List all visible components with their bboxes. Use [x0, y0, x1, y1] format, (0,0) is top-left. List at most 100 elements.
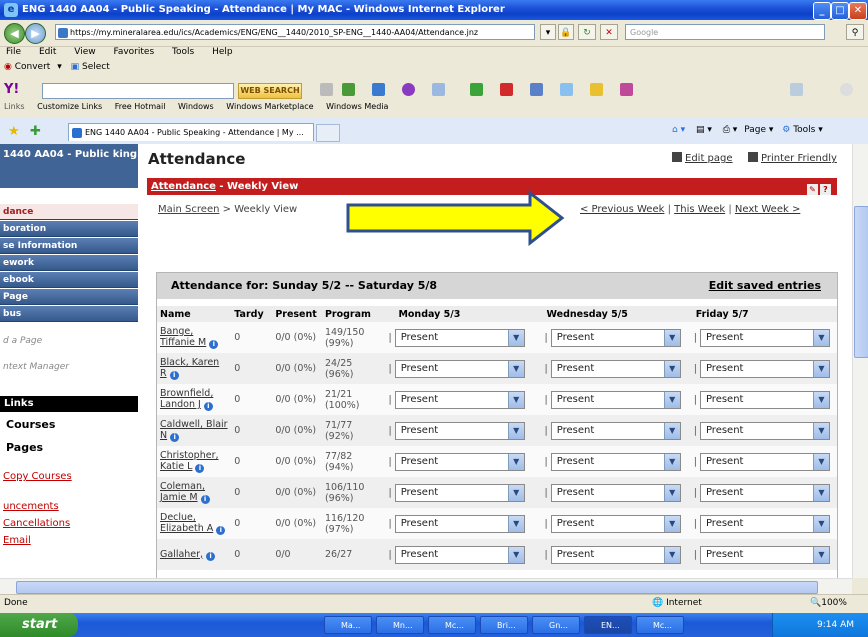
wednesday-status-select[interactable]: Present ▼ — [550, 421, 681, 440]
student-name-link[interactable]: Coleman, Jamie M — [160, 481, 205, 503]
toolbar-icon-1[interactable] — [320, 83, 333, 96]
link-windows[interactable]: Windows — [178, 102, 214, 111]
tools-gear-icon[interactable]: ⚙ — [782, 125, 790, 135]
favorites-star-icon[interactable]: ★ — [8, 124, 20, 139]
forward-button[interactable]: ▶ — [25, 23, 46, 44]
chevron-down-icon[interactable]: ▼ — [663, 453, 680, 470]
sidebar-copy-courses[interactable]: Copy Courses — [3, 471, 72, 482]
help-icon[interactable]: ? — [820, 184, 831, 195]
address-dropdown-button[interactable]: ▾ — [540, 24, 556, 40]
menu-file[interactable]: File — [6, 47, 21, 57]
chevron-down-icon[interactable]: ▼ — [812, 546, 829, 563]
music-icon[interactable] — [590, 83, 603, 96]
monday-status-select[interactable]: Present ▼ — [394, 545, 525, 564]
taskbar-task-2[interactable]: Mn... — [376, 616, 424, 634]
minimize-button[interactable]: _ — [813, 2, 831, 20]
stop-icon[interactable]: ✕ — [600, 24, 618, 40]
student-name-link[interactable]: Declue, Elizabeth A — [160, 512, 213, 534]
chevron-down-icon[interactable]: ▼ — [507, 329, 524, 346]
wednesday-status-select[interactable]: Present ▼ — [550, 359, 681, 378]
friday-status-select[interactable]: Present ▼ — [699, 328, 830, 347]
chevron-down-icon[interactable]: ▼ — [663, 546, 680, 563]
toolbar-icon-end[interactable] — [790, 83, 803, 96]
chevron-down-icon[interactable]: ▼ — [812, 391, 829, 408]
sidebar-item-gradebook[interactable]: ebook — [0, 272, 138, 288]
chevron-down-icon[interactable]: ▼ — [663, 422, 680, 439]
breadcrumb-main-screen[interactable]: Main Screen — [158, 204, 219, 215]
info-icon[interactable]: i — [195, 464, 205, 473]
sidebar-item-coursework[interactable]: ework — [0, 255, 138, 271]
chevron-down-icon[interactable]: ▼ — [663, 329, 680, 346]
taskbar-task-5[interactable]: Gn... — [532, 616, 580, 634]
sidebar-courses[interactable]: Courses — [6, 418, 55, 431]
chevron-down-icon[interactable]: ▼ — [507, 546, 524, 563]
next-week-link[interactable]: Next Week > — [735, 204, 800, 215]
search-icon[interactable]: ⚲ — [846, 24, 864, 40]
close-button[interactable]: ✕ — [849, 2, 867, 20]
chevron-down-icon[interactable]: ▼ — [812, 484, 829, 501]
tab-attendance[interactable]: ENG 1440 AA04 - Public Speaking - Attend… — [68, 123, 314, 141]
sidebar-item-main-page[interactable]: Page — [0, 289, 138, 305]
taskbar-task-4[interactable]: Bri... — [480, 616, 528, 634]
convert-button[interactable]: Convert — [15, 62, 51, 72]
sidebar-item-syllabus[interactable]: bus — [0, 306, 138, 322]
menu-edit[interactable]: Edit — [39, 47, 56, 57]
sidebar-cancellations[interactable]: Cancellations — [3, 518, 70, 529]
news-icon[interactable] — [500, 83, 513, 96]
horizontal-scroll-thumb[interactable] — [16, 581, 818, 594]
chevron-down-icon[interactable]: ▼ — [663, 360, 680, 377]
chevron-down-icon[interactable]: ▼ — [507, 422, 524, 439]
taskbar-task-7[interactable]: Mc... — [636, 616, 684, 634]
chevron-down-icon[interactable]: ▼ — [812, 329, 829, 346]
sidebar-item-collaboration[interactable]: boration — [0, 221, 138, 237]
link-hotmail[interactable]: Free Hotmail — [115, 102, 166, 111]
menu-tools[interactable]: Tools — [172, 47, 194, 57]
link-customize[interactable]: Customize Links — [37, 102, 102, 111]
monday-status-select[interactable]: Present ▼ — [394, 390, 525, 409]
chevron-down-icon[interactable]: ▼ — [663, 515, 680, 532]
monday-status-select[interactable]: Present ▼ — [394, 359, 525, 378]
chevron-down-icon[interactable]: ▼ — [812, 422, 829, 439]
friday-status-select[interactable]: Present ▼ — [699, 390, 830, 409]
sidebar-pages[interactable]: Pages — [6, 441, 43, 454]
finance-icon[interactable] — [530, 83, 543, 96]
friday-status-select[interactable]: Present ▼ — [699, 514, 830, 533]
info-icon[interactable]: i — [216, 526, 226, 535]
games-icon[interactable] — [470, 83, 483, 96]
chevron-down-icon[interactable]: ▼ — [507, 515, 524, 532]
settings-icon-small[interactable]: ✎ — [807, 184, 818, 195]
monday-status-select[interactable]: Present ▼ — [394, 452, 525, 471]
taskbar-task-1[interactable]: Ma... — [324, 616, 372, 634]
student-name-link[interactable]: Black, Karen R — [160, 357, 219, 379]
edit-page-link[interactable]: Edit page — [672, 152, 733, 164]
chevron-down-icon[interactable]: ▼ — [507, 391, 524, 408]
vertical-scroll-thumb[interactable] — [854, 206, 868, 358]
taskbar-task-3[interactable]: Mc... — [428, 616, 476, 634]
printer-friendly-link[interactable]: Printer Friendly — [748, 152, 837, 164]
friday-status-select[interactable]: Present ▼ — [699, 545, 830, 564]
chevron-down-icon[interactable]: ▼ — [812, 453, 829, 470]
chevron-down-icon[interactable]: ▼ — [812, 515, 829, 532]
taskbar-task-6[interactable]: EN... — [584, 616, 632, 634]
student-name-link[interactable]: Christopher, Katie L — [160, 450, 219, 472]
settings-icon[interactable] — [840, 83, 853, 96]
toolbar-search-input[interactable] — [42, 83, 234, 99]
chevron-down-icon[interactable]: ▼ — [507, 360, 524, 377]
back-button[interactable]: ◀ — [4, 23, 25, 44]
link-media[interactable]: Windows Media — [326, 102, 388, 111]
this-week-link[interactable]: This Week — [674, 204, 725, 215]
tools-menu[interactable]: Tools — [793, 125, 815, 135]
web-search-button[interactable]: WEB SEARCH — [238, 83, 302, 99]
mail-icon[interactable] — [372, 83, 385, 96]
attendance-link[interactable]: Attendance — [151, 181, 216, 192]
search-input[interactable]: Google — [625, 24, 825, 40]
info-icon[interactable]: i — [206, 551, 216, 561]
info-icon[interactable]: i — [169, 371, 179, 380]
chevron-down-icon[interactable]: ▼ — [507, 453, 524, 470]
menu-help[interactable]: Help — [212, 47, 233, 57]
info-icon[interactable]: i — [203, 402, 213, 411]
chevron-down-icon[interactable]: ▼ — [663, 484, 680, 501]
new-tab-button[interactable] — [316, 124, 340, 142]
lock-icon[interactable]: 🔒 — [558, 24, 574, 40]
info-icon[interactable]: i — [170, 433, 180, 442]
